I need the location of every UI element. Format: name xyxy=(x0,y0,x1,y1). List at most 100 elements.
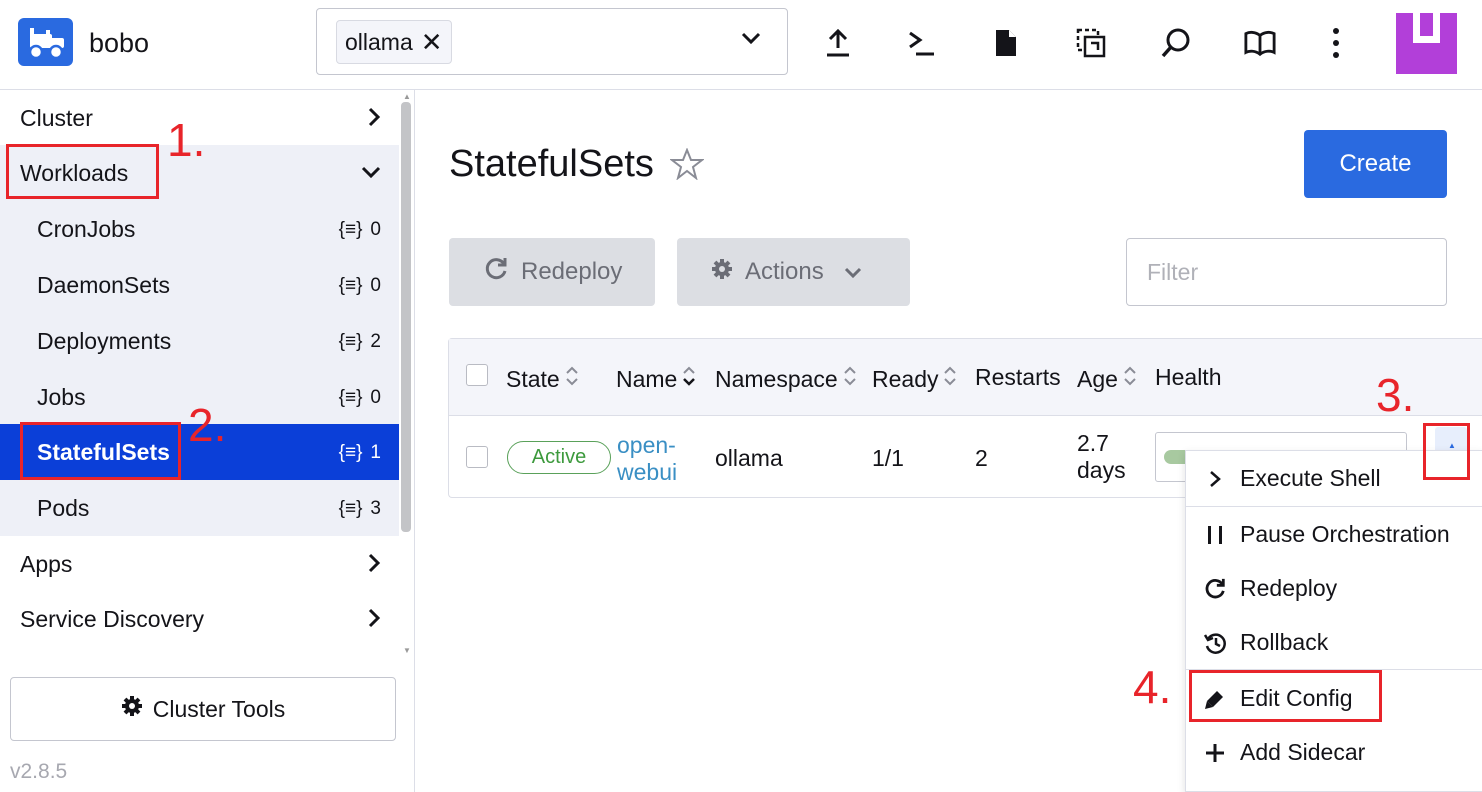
sidebar-group-label: Service Discovery xyxy=(20,605,205,632)
sidebar-item-count: 0 xyxy=(370,219,381,240)
namespaced-icon: {≡} xyxy=(338,219,363,240)
namespaced-icon: {≡} xyxy=(338,331,363,352)
sidebar-group-label: Apps xyxy=(20,550,73,577)
menu-item-pause-orchestration[interactable]: Pause Orchestration xyxy=(1186,507,1482,561)
status-badge: Active xyxy=(507,441,611,474)
menu-item-redeploy[interactable]: Redeploy xyxy=(1186,561,1482,615)
chevron-down-icon xyxy=(844,258,862,286)
ready-cell: 1/1 xyxy=(872,445,904,471)
column-header-ready[interactable]: Ready xyxy=(872,364,958,394)
history-icon xyxy=(1202,630,1228,656)
chevron-down-icon[interactable] xyxy=(741,31,761,50)
annotation-box-workloads xyxy=(6,144,159,199)
column-header-health: Health xyxy=(1155,364,1222,390)
sidebar-item-count: 0 xyxy=(370,387,381,408)
column-header-age[interactable]: Age xyxy=(1077,364,1138,394)
sidebar-group-apps[interactable]: Apps xyxy=(0,536,399,592)
sort-icon xyxy=(842,364,858,394)
menu-item-rollback[interactable]: Rollback xyxy=(1186,615,1482,669)
search-icon[interactable] xyxy=(1160,26,1192,60)
chevron-right-icon xyxy=(367,107,381,132)
top-header: bobo ollama ✕ xyxy=(0,0,1482,90)
copy-kubeconfig-icon[interactable] xyxy=(1075,26,1107,60)
annotation-box-statefulsets xyxy=(20,422,181,480)
namespaced-icon: {≡} xyxy=(338,442,363,463)
scroll-down-arrow-icon[interactable]: ▼ xyxy=(403,646,411,655)
sidebar-item-count: 2 xyxy=(370,331,381,352)
column-header-restarts[interactable]: Restarts xyxy=(975,364,1061,391)
column-header-namespace[interactable]: Namespace xyxy=(715,364,858,394)
sort-icon xyxy=(942,364,958,394)
sidebar-item-label: DaemonSets xyxy=(37,272,170,298)
terminal-icon[interactable] xyxy=(905,26,937,60)
sidebar-item-daemonsets[interactable]: DaemonSets {≡} 0 xyxy=(0,257,399,313)
pause-icon xyxy=(1202,522,1228,548)
redeploy-label: Redeploy xyxy=(521,258,623,285)
chevron-right-icon xyxy=(367,553,381,578)
chevron-down-icon xyxy=(361,165,381,184)
statefulset-name-link[interactable]: open- webui xyxy=(617,432,677,486)
sidebar-group-label: Cluster xyxy=(20,104,93,131)
menu-item-label: Add Sidecar xyxy=(1240,738,1366,765)
annotation-step-2: 2. xyxy=(188,399,227,451)
menu-item-add-sidecar[interactable]: Add Sidecar xyxy=(1186,725,1482,779)
sidebar-item-label: CronJobs xyxy=(37,216,136,242)
page-title: StatefulSets xyxy=(449,143,654,185)
age-cell: 2.7 days xyxy=(1077,430,1126,483)
namespace-select[interactable]: ollama ✕ xyxy=(316,8,788,75)
scroll-up-arrow-icon[interactable]: ▲ xyxy=(403,92,411,101)
filter-input[interactable] xyxy=(1126,238,1447,306)
annotation-step-3: 3. xyxy=(1376,369,1415,421)
namespaced-icon: {≡} xyxy=(338,498,363,519)
cluster-tools-button[interactable]: Cluster Tools xyxy=(10,677,396,741)
redeploy-button[interactable]: Redeploy xyxy=(449,238,655,306)
annotation-step-4: 4. xyxy=(1133,661,1172,713)
book-icon[interactable] xyxy=(1244,26,1276,60)
sidebar-item-label: Deployments xyxy=(37,328,172,354)
menu-item-label: Redeploy xyxy=(1240,574,1338,601)
sidebar-item-label: Jobs xyxy=(37,384,86,410)
plus-icon xyxy=(1202,740,1228,766)
select-all-checkbox[interactable] xyxy=(466,364,488,386)
namespace-chip-label: ollama xyxy=(345,28,413,55)
actions-button[interactable]: Actions xyxy=(677,238,910,306)
user-avatar[interactable] xyxy=(1396,13,1457,74)
close-icon[interactable]: ✕ xyxy=(421,29,443,55)
restarts-cell: 2 xyxy=(975,445,988,471)
sidebar-group-service-discovery[interactable]: Service Discovery xyxy=(0,591,399,647)
cluster-logo-icon[interactable] xyxy=(18,18,73,66)
version-label: v2.8.5 xyxy=(10,760,68,783)
column-header-state[interactable]: State xyxy=(506,364,580,394)
annotation-box-action-menu xyxy=(1423,423,1470,480)
namespace-chip: ollama ✕ xyxy=(336,20,452,64)
file-icon[interactable] xyxy=(990,26,1022,60)
sidebar-item-pods[interactable]: Pods {≡} 3 xyxy=(0,480,399,536)
sort-icon xyxy=(564,364,580,394)
chevron-right-icon xyxy=(367,608,381,633)
menu-item-label: Rollback xyxy=(1240,628,1329,655)
refresh-icon xyxy=(1202,576,1228,602)
star-icon[interactable] xyxy=(669,147,705,185)
sidebar-item-deployments[interactable]: Deployments {≡} 2 xyxy=(0,313,399,369)
cluster-tools-label: Cluster Tools xyxy=(152,695,286,722)
column-header-name[interactable]: Name xyxy=(616,364,697,394)
row-action-menu: Execute Shell Pause Orchestration Redepl… xyxy=(1185,450,1482,792)
sidebar-item-count: 1 xyxy=(370,442,381,463)
namespaced-icon: {≡} xyxy=(338,275,363,296)
sidebar-scrollbar[interactable] xyxy=(401,102,411,532)
cluster-name[interactable]: bobo xyxy=(89,28,149,59)
sidebar-item-count: 3 xyxy=(370,498,381,519)
menu-item-label: Execute Shell xyxy=(1240,464,1381,491)
table-header: State Name Namespace Ready Restarts Age … xyxy=(449,339,1482,416)
annotation-step-1: 1. xyxy=(167,114,206,166)
row-checkbox[interactable] xyxy=(466,446,488,468)
more-vertical-icon[interactable] xyxy=(1320,26,1352,60)
gear-icon xyxy=(121,695,143,723)
upload-icon[interactable] xyxy=(822,26,854,60)
sidebar-item-cronjobs[interactable]: CronJobs {≡} 0 xyxy=(0,201,399,257)
create-button[interactable]: Create xyxy=(1304,130,1447,198)
sidebar-item-count: 0 xyxy=(370,275,381,296)
actions-label: Actions xyxy=(745,258,824,285)
menu-item-label: Pause Orchestration xyxy=(1240,520,1450,547)
sidebar-item-label: Pods xyxy=(37,495,90,521)
